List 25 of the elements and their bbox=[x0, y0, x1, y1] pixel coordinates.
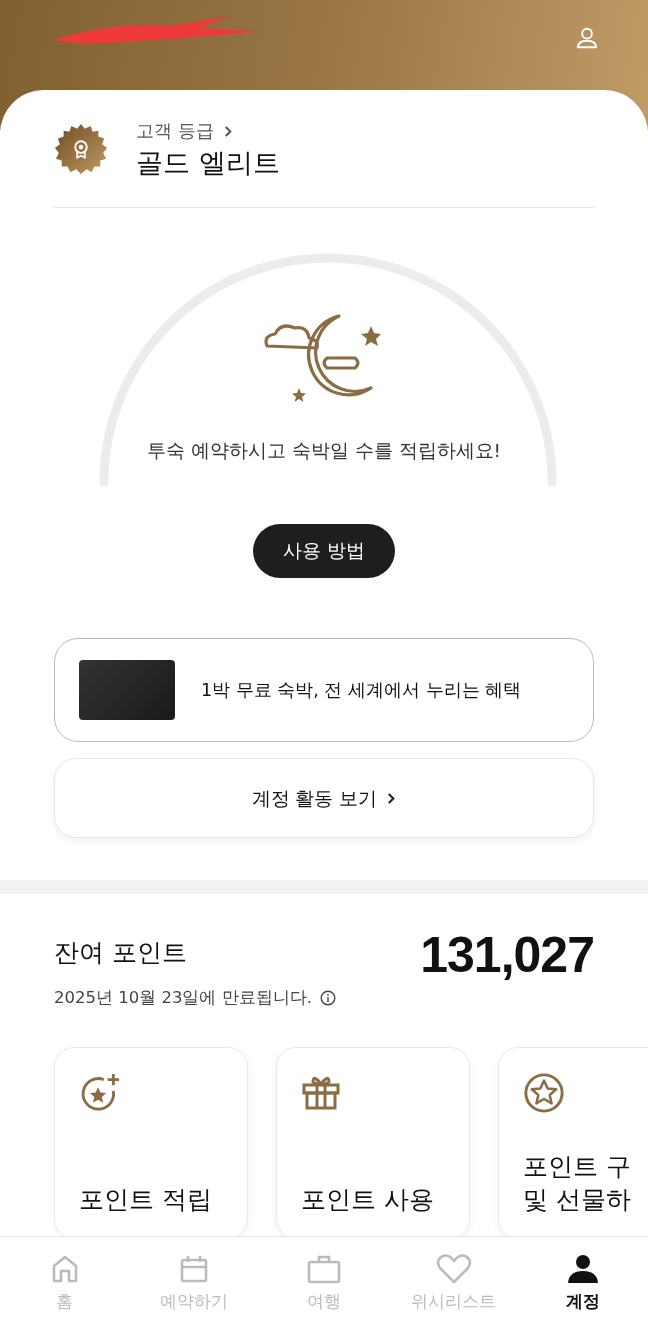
offer-text: 1박 무료 숙박, 전 세계에서 누리는 혜택 bbox=[201, 679, 522, 702]
heart-icon bbox=[435, 1254, 472, 1284]
chevron-right-icon bbox=[223, 124, 233, 138]
expiry-text: 2025년 10월 23일에 만료됩니다. bbox=[54, 987, 312, 1009]
profile-icon[interactable] bbox=[574, 25, 600, 51]
info-icon[interactable] bbox=[319, 990, 336, 1006]
tier-name: 골드 엘리트 bbox=[136, 146, 280, 180]
action-label: 포인트 구 및 선물하 bbox=[523, 1151, 632, 1216]
person-icon bbox=[567, 1254, 600, 1284]
account-activity-button[interactable]: 계정 활동 보기 bbox=[54, 758, 594, 838]
card-offer-banner[interactable]: 1박 무료 숙박, 전 세계에서 누리는 혜택 bbox=[54, 638, 594, 742]
stay-message: 투숙 예약하시고 숙박일 수를 적립하세요! bbox=[147, 439, 501, 463]
action-label: 포인트 사용 bbox=[301, 1183, 435, 1216]
action-label: 포인트 적립 bbox=[79, 1183, 213, 1216]
star-circle-icon bbox=[523, 1072, 565, 1114]
suitcase-icon bbox=[307, 1254, 341, 1284]
tier-link[interactable]: 고객 등급 bbox=[136, 119, 233, 143]
how-to-use-button[interactable]: 사용 방법 bbox=[252, 524, 395, 578]
rosette-badge-icon bbox=[54, 123, 108, 177]
points-balance: 131,027 bbox=[420, 926, 594, 984]
points-title: 잔여 포인트 bbox=[54, 937, 188, 969]
chevron-right-icon bbox=[387, 791, 397, 805]
nav-tab[interactable]: 계정 bbox=[523, 1254, 644, 1313]
calendar-icon bbox=[179, 1254, 210, 1284]
star-plus-icon bbox=[79, 1072, 121, 1114]
